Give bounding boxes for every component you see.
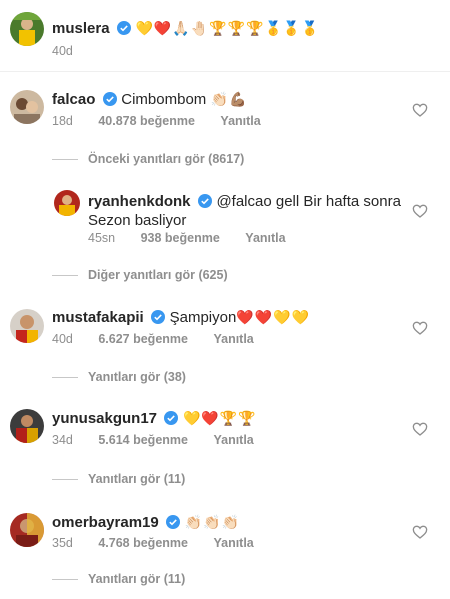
like-count[interactable]: 6.627 beğenme bbox=[98, 332, 188, 346]
heart-outline-icon[interactable] bbox=[412, 524, 428, 540]
thread-label: Diğer yanıtları gör (625) bbox=[88, 268, 228, 282]
comment-username[interactable]: yunusakgun17 bbox=[52, 410, 157, 427]
comment-time: 35d bbox=[52, 536, 73, 550]
comment-emoji: 👏🏻👏🏻👏🏻 bbox=[184, 514, 240, 530]
avatar[interactable] bbox=[10, 12, 44, 46]
comment-emoji: ❤️❤️💛💛 bbox=[236, 309, 311, 325]
view-replies[interactable]: Yanıtları gör (38) bbox=[52, 370, 186, 384]
like-count[interactable]: 5.614 beğenme bbox=[98, 433, 188, 447]
verified-badge-icon bbox=[117, 21, 131, 40]
comment-emoji: 👏🏻💪🏽 bbox=[210, 91, 248, 107]
like-count[interactable]: 4.768 beğenme bbox=[98, 536, 188, 550]
heart-outline-icon[interactable] bbox=[412, 421, 428, 437]
comment-time: 45sn bbox=[88, 231, 116, 245]
comment-time: 18d bbox=[52, 114, 73, 128]
reply-button[interactable]: Yanıtla bbox=[213, 433, 253, 447]
reply-button[interactable]: Yanıtla bbox=[245, 231, 285, 245]
avatar[interactable] bbox=[10, 513, 44, 547]
comment-username[interactable]: omerbayram19 bbox=[52, 514, 159, 531]
verified-badge-icon bbox=[166, 515, 181, 534]
thread-label: Yanıtları gör (11) bbox=[88, 472, 186, 486]
avatar[interactable] bbox=[54, 190, 80, 216]
view-replies[interactable]: Yanıtları gör (11) bbox=[52, 572, 185, 586]
thread-divider bbox=[52, 275, 78, 277]
verified-badge-icon bbox=[151, 310, 166, 329]
comment-time: 34d bbox=[52, 433, 73, 447]
avatar[interactable] bbox=[10, 90, 44, 124]
verified-badge-icon bbox=[197, 194, 212, 213]
reply-button[interactable]: Yanıtla bbox=[220, 114, 260, 128]
avatar[interactable] bbox=[10, 309, 44, 343]
caption-time: 40d bbox=[52, 44, 73, 58]
thread-divider bbox=[52, 377, 78, 379]
comment-username[interactable]: falcao bbox=[52, 91, 95, 108]
comment-omerbayram19: omerbayram19 👏🏻👏🏻👏🏻 35d 4.768 beğenme Ya… bbox=[0, 500, 450, 599]
heart-outline-icon[interactable] bbox=[412, 102, 428, 118]
heart-outline-icon[interactable] bbox=[412, 203, 428, 219]
like-count[interactable]: 40.878 beğenme bbox=[98, 114, 195, 128]
thread-label: Önceki yanıtları gör (8617) bbox=[88, 152, 245, 166]
caption-text: 💛❤️🙏🏻🤚🏻🏆🏆🏆🥇🥇🥇 bbox=[135, 20, 320, 36]
caption-username[interactable]: muslera bbox=[52, 20, 110, 37]
comment-username[interactable]: mustafakapii bbox=[52, 309, 144, 326]
comment-text: @falcao gell Bir hafta sonra bbox=[216, 193, 401, 210]
avatar[interactable] bbox=[10, 409, 44, 443]
comment-mustafakapii: mustafakapii Şampiyon❤️❤️💛💛 40d 6.627 be… bbox=[0, 292, 450, 396]
thread-divider bbox=[52, 479, 78, 481]
heart-outline-icon[interactable] bbox=[412, 320, 428, 336]
comment-falcao: falcao Cimbombom 👏🏻💪🏽 18d 40.878 beğenme… bbox=[0, 72, 450, 180]
reply-ryanhenkdonk: ryanhenkdonk @falcao gell Bir hafta sonr… bbox=[0, 180, 450, 292]
verified-badge-icon bbox=[164, 411, 179, 430]
verified-badge-icon bbox=[102, 92, 117, 111]
comment-time: 40d bbox=[52, 332, 73, 346]
view-previous-replies[interactable]: Önceki yanıtları gör (8617) bbox=[52, 152, 244, 166]
reply-button[interactable]: Yanıtla bbox=[213, 332, 253, 346]
comment-text: Cimbombom bbox=[121, 91, 207, 108]
post-caption: muslera 💛❤️🙏🏻🤚🏻🏆🏆🏆🥇🥇🥇 40d bbox=[0, 0, 450, 72]
thread-label: Yanıtları gör (38) bbox=[88, 370, 186, 384]
view-more-replies[interactable]: Diğer yanıtları gör (625) bbox=[52, 268, 228, 282]
thread-divider bbox=[52, 579, 78, 581]
thread-divider bbox=[52, 159, 78, 161]
comment-yunusakgun17: yunusakgun17 💛❤️🏆🏆 34d 5.614 beğenme Yan… bbox=[0, 396, 450, 500]
like-count[interactable]: 938 beğenme bbox=[141, 231, 220, 245]
comment-emoji: 💛❤️🏆🏆 bbox=[182, 410, 257, 426]
comment-text: Şampiyon bbox=[169, 309, 237, 326]
comment-username[interactable]: ryanhenkdonk bbox=[88, 193, 191, 210]
thread-label: Yanıtları gör (11) bbox=[88, 572, 186, 586]
comment-text-continued: Sezon basliyor bbox=[88, 212, 187, 229]
view-replies[interactable]: Yanıtları gör (11) bbox=[52, 472, 185, 486]
reply-button[interactable]: Yanıtla bbox=[213, 536, 253, 550]
